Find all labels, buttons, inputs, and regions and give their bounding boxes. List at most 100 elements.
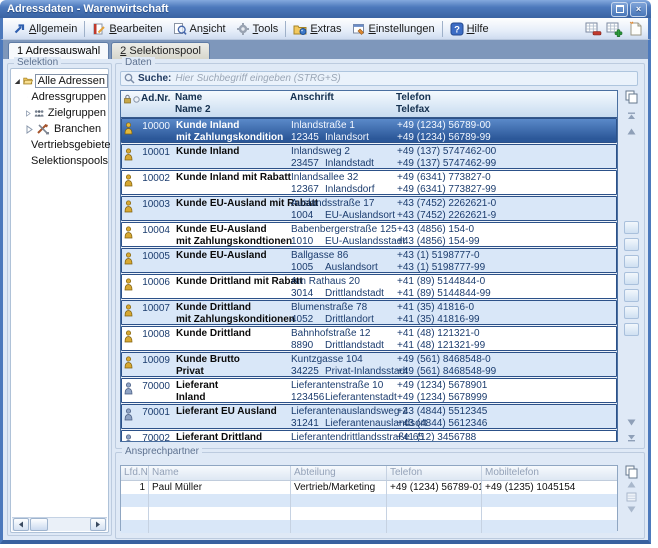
- column-lfdnr: Lfd.Nr.: [121, 466, 149, 480]
- scroll-left-icon: [18, 521, 24, 528]
- new-document-icon[interactable]: [627, 21, 644, 37]
- help-icon: ?: [450, 22, 464, 36]
- supplier-icon: [124, 408, 133, 421]
- restore-button[interactable]: [611, 2, 628, 17]
- tree-item-label: Branchen: [52, 123, 103, 135]
- scroll-up-icon[interactable]: [627, 481, 636, 488]
- close-button[interactable]: ×: [630, 2, 647, 17]
- copy-icon[interactable]: [625, 465, 638, 479]
- side-tool-icon[interactable]: [624, 306, 639, 319]
- table-delete-icon[interactable]: [585, 21, 602, 37]
- customer-icon: [124, 356, 133, 369]
- tree-horizontal-scrollbar[interactable]: [12, 517, 107, 531]
- tab-strip: 1 Adressauswahl 2 Selektionspool: [0, 40, 651, 59]
- contact-row[interactable]: 1 Paul Müller Vertrieb/Marketing +49 (12…: [121, 481, 617, 494]
- contact-row-empty[interactable]: [121, 520, 617, 533]
- menu-allgemein[interactable]: Allgemein: [7, 20, 82, 38]
- tree-root-label: Alle Adressen: [35, 74, 108, 88]
- column-anschrift: Anschrift: [290, 91, 396, 117]
- search-bar[interactable]: Suche:: [120, 71, 638, 86]
- menu-einstellungen[interactable]: Einstellungen: [347, 20, 440, 38]
- scroll-down-icon[interactable]: [627, 506, 636, 513]
- table-side-toolbar: [622, 90, 640, 442]
- contact-row-empty[interactable]: [121, 507, 617, 520]
- client-area: Selektion Alle Adressen Adressgruppen: [0, 59, 651, 544]
- daten-group: Daten Suche: Ad.Nr. NameName 2 Anschrift…: [115, 63, 645, 449]
- side-tool-icon[interactable]: [624, 323, 639, 336]
- arrow-up-right-icon: [12, 22, 26, 36]
- table-row[interactable]: 10008 Kunde Drittland Bahnhofstraße 1288…: [121, 326, 617, 351]
- expanded-arrow-icon: [14, 77, 21, 86]
- side-tool-icon[interactable]: [624, 255, 639, 268]
- column-adnr: Ad.Nr.: [141, 91, 169, 117]
- customer-icon: [124, 148, 133, 161]
- address-table: Ad.Nr. NameName 2 Anschrift TelefonTelef…: [120, 90, 618, 442]
- menu-extras[interactable]: Extras: [288, 20, 346, 38]
- contacts-table-header[interactable]: Lfd.Nr. Name Abteilung Telefon Mobiltele…: [121, 466, 617, 481]
- status-dot-icon: [133, 96, 140, 103]
- address-table-header[interactable]: Ad.Nr. NameName 2 Anschrift TelefonTelef…: [121, 91, 617, 118]
- tree-item-label: Adressgruppen: [29, 91, 108, 103]
- table-row[interactable]: 70002 Lieferant Drittland Lieferantendri…: [121, 430, 617, 442]
- folder-extras-icon: [293, 22, 307, 36]
- selektion-group: Selektion Alle Adressen Adressgruppen: [7, 63, 112, 536]
- table-row[interactable]: 10004 Kunde EU-Auslandmit Zahlungskondti…: [121, 222, 617, 247]
- table-row[interactable]: 10000 Kunde Inlandmit Zahlungskondition …: [121, 118, 617, 143]
- tree-root-alle-adressen[interactable]: Alle Adressen: [14, 73, 108, 89]
- column-abteilung: Abteilung: [291, 466, 387, 480]
- side-tool-icon[interactable]: [624, 272, 639, 285]
- scrollbar-thumb[interactable]: [30, 518, 48, 531]
- table-row[interactable]: 70001 Lieferant EU Ausland Lieferantenau…: [121, 404, 617, 429]
- search-input[interactable]: [175, 73, 637, 84]
- folder-open-icon: [23, 75, 33, 87]
- table-row[interactable]: 70000 LieferantInland Lieferantenstraße …: [121, 378, 617, 403]
- menu-label: Allgemein: [29, 23, 77, 35]
- scroll-down-icon[interactable]: [627, 419, 636, 426]
- supplier-icon: [124, 382, 133, 395]
- table-row[interactable]: 10005 Kunde EU-Ausland Ballgasse 861005A…: [121, 248, 617, 273]
- table-row[interactable]: 10002 Kunde Inland mit Rabatt Inlandsall…: [121, 170, 617, 195]
- collapsed-arrow-icon: [25, 109, 32, 118]
- column-name: Name: [149, 466, 291, 480]
- scroll-bottom-icon[interactable]: [627, 434, 636, 442]
- table-insert-icon[interactable]: [606, 21, 623, 37]
- table-row[interactable]: 10006 Kunde Drittland mit Rabatt Am Rath…: [121, 274, 617, 299]
- menu-separator: [84, 21, 85, 37]
- customer-icon: [124, 226, 133, 239]
- contact-row-empty[interactable]: [121, 494, 617, 507]
- ansprechpartner-group: Ansprechpartner Lfd.Nr. Name Abteilung T…: [115, 452, 645, 539]
- menu-hilfe[interactable]: ? Hilfe: [445, 20, 494, 38]
- menu-tools[interactable]: Tools: [231, 20, 284, 38]
- menu-bearbeiten[interactable]: Bearbeiten: [87, 20, 167, 38]
- tree-item-selektionspools[interactable]: Selektionspools: [25, 153, 108, 169]
- tree-item-adressgruppen[interactable]: Adressgruppen: [25, 89, 108, 105]
- menu-ansicht[interactable]: Ansicht: [168, 20, 231, 38]
- restore-icon: [616, 5, 624, 13]
- tree-item-zielgruppen[interactable]: Zielgruppen: [25, 105, 108, 121]
- scroll-up-icon[interactable]: [627, 128, 636, 135]
- copy-icon[interactable]: [625, 90, 638, 104]
- customer-icon: [124, 330, 133, 343]
- selektion-legend: Selektion: [14, 57, 61, 68]
- table-row[interactable]: 10003 Kunde EU-Ausland mit Rabatt Auslan…: [121, 196, 617, 221]
- tree-item-vertriebsgebiete[interactable]: Vertriebsgebiete: [25, 137, 108, 153]
- scroll-left-button[interactable]: [13, 518, 29, 531]
- scroll-top-icon[interactable]: [627, 112, 636, 120]
- record-indicator-icon[interactable]: [626, 492, 637, 502]
- side-tool-icon[interactable]: [624, 221, 639, 234]
- title-bar: Adressdaten - Warenwirtschaft ×: [0, 0, 651, 18]
- svg-text:?: ?: [454, 24, 460, 35]
- column-mobiltelefon: Mobiltelefon: [482, 466, 617, 480]
- scroll-right-button[interactable]: [90, 518, 106, 531]
- table-row[interactable]: 10009 Kunde BruttoPrivat Kuntzgasse 1043…: [121, 352, 617, 377]
- menu-bar: Allgemein Bearbeiten Ansicht Tools Extra…: [0, 18, 651, 40]
- menu-label: Tools: [253, 23, 279, 35]
- window-title: Adressdaten - Warenwirtschaft: [7, 3, 609, 15]
- side-tool-icon[interactable]: [624, 238, 639, 251]
- table-row[interactable]: 10001 Kunde Inland Inlandsweg 223457Inla…: [121, 144, 617, 169]
- side-tool-icon[interactable]: [624, 289, 639, 302]
- tree-item-branchen[interactable]: Branchen: [25, 121, 108, 137]
- supplier-icon: [124, 434, 133, 442]
- search-label: Suche:: [138, 73, 171, 84]
- table-row[interactable]: 10007 Kunde Drittlandmit Zahlungskonditi…: [121, 300, 617, 325]
